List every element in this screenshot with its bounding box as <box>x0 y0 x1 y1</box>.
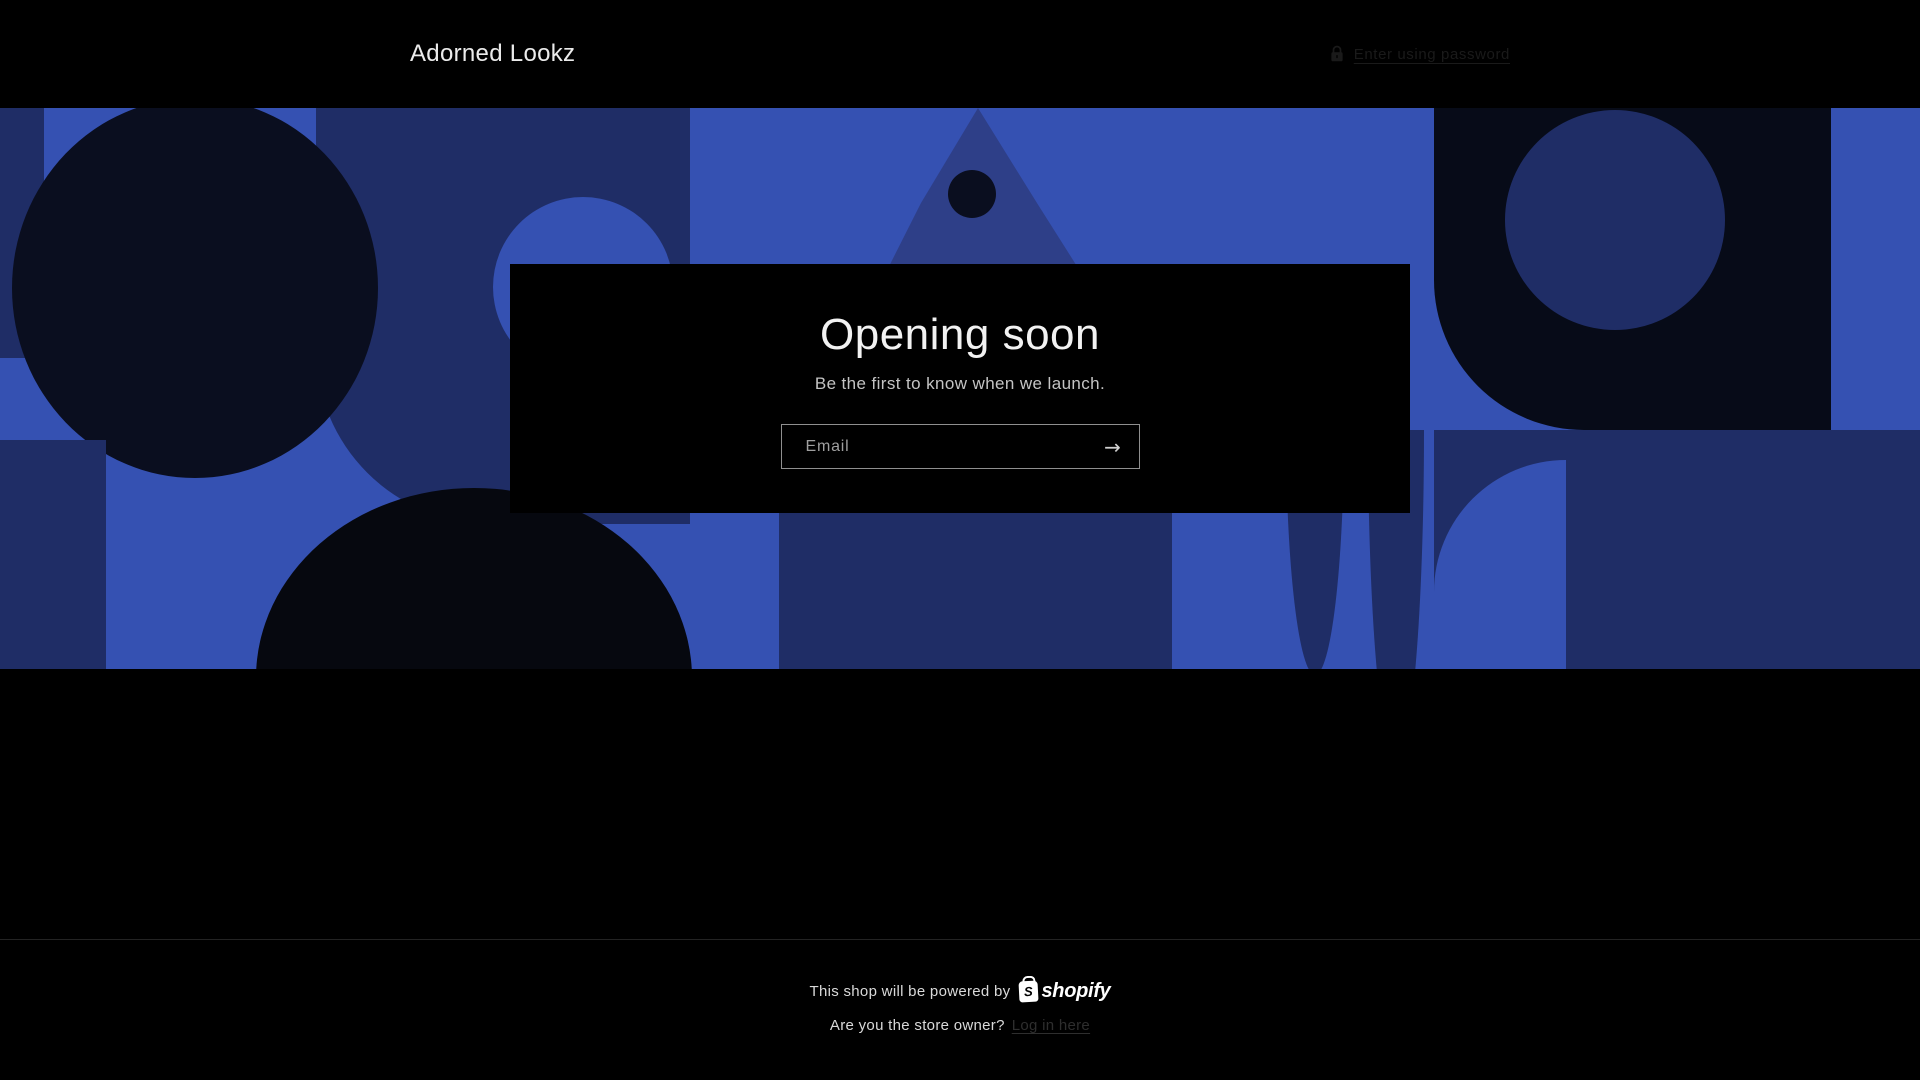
opening-soon-title: Opening soon <box>820 310 1100 359</box>
launch-subtitle: Be the first to know when we launch. <box>814 374 1106 393</box>
powered-by-text: This shop will be powered by <box>809 983 1011 1000</box>
powered-by-row: This shop will be powered by S shopify <box>809 980 1111 1003</box>
banner-shape-sun-circle <box>948 170 996 218</box>
enter-password-label: Enter using password <box>1353 45 1510 63</box>
login-link[interactable]: Log in here <box>1012 1017 1090 1034</box>
banner-shape-navy-circle-right <box>1505 110 1725 330</box>
header: Adorned Lookz Enter using password <box>0 0 1920 108</box>
email-signup-form: → <box>780 424 1140 469</box>
email-input[interactable] <box>781 425 1087 468</box>
hero-banner: Opening soon Be the first to know when w… <box>0 108 1920 669</box>
banner-shape-navy-bottom-left <box>0 440 106 669</box>
shopify-wordmark: shopify <box>1041 980 1111 1002</box>
shopify-bag-icon: S <box>1018 980 1040 1003</box>
email-submit-button[interactable]: → <box>1087 425 1139 468</box>
opening-soon-panel: Opening soon Be the first to know when w… <box>510 264 1410 513</box>
shopify-logo[interactable]: S shopify <box>1018 980 1111 1003</box>
owner-row: Are you the store owner? Log in here <box>830 1017 1090 1034</box>
banner-shape-dark-blob <box>12 108 378 478</box>
lock-icon <box>1329 45 1345 63</box>
banner-shape-blue-column-right <box>1831 108 1920 430</box>
arrow-right-icon: → <box>1104 434 1121 459</box>
store-title: Adorned Lookz <box>410 40 576 67</box>
footer: This shop will be powered by S shopify A… <box>0 939 1920 1080</box>
owner-question-text: Are you the store owner? <box>829 1017 1005 1034</box>
enter-password-link[interactable]: Enter using password <box>1329 45 1510 63</box>
banner-shape-navy-below-modal <box>779 505 1172 669</box>
